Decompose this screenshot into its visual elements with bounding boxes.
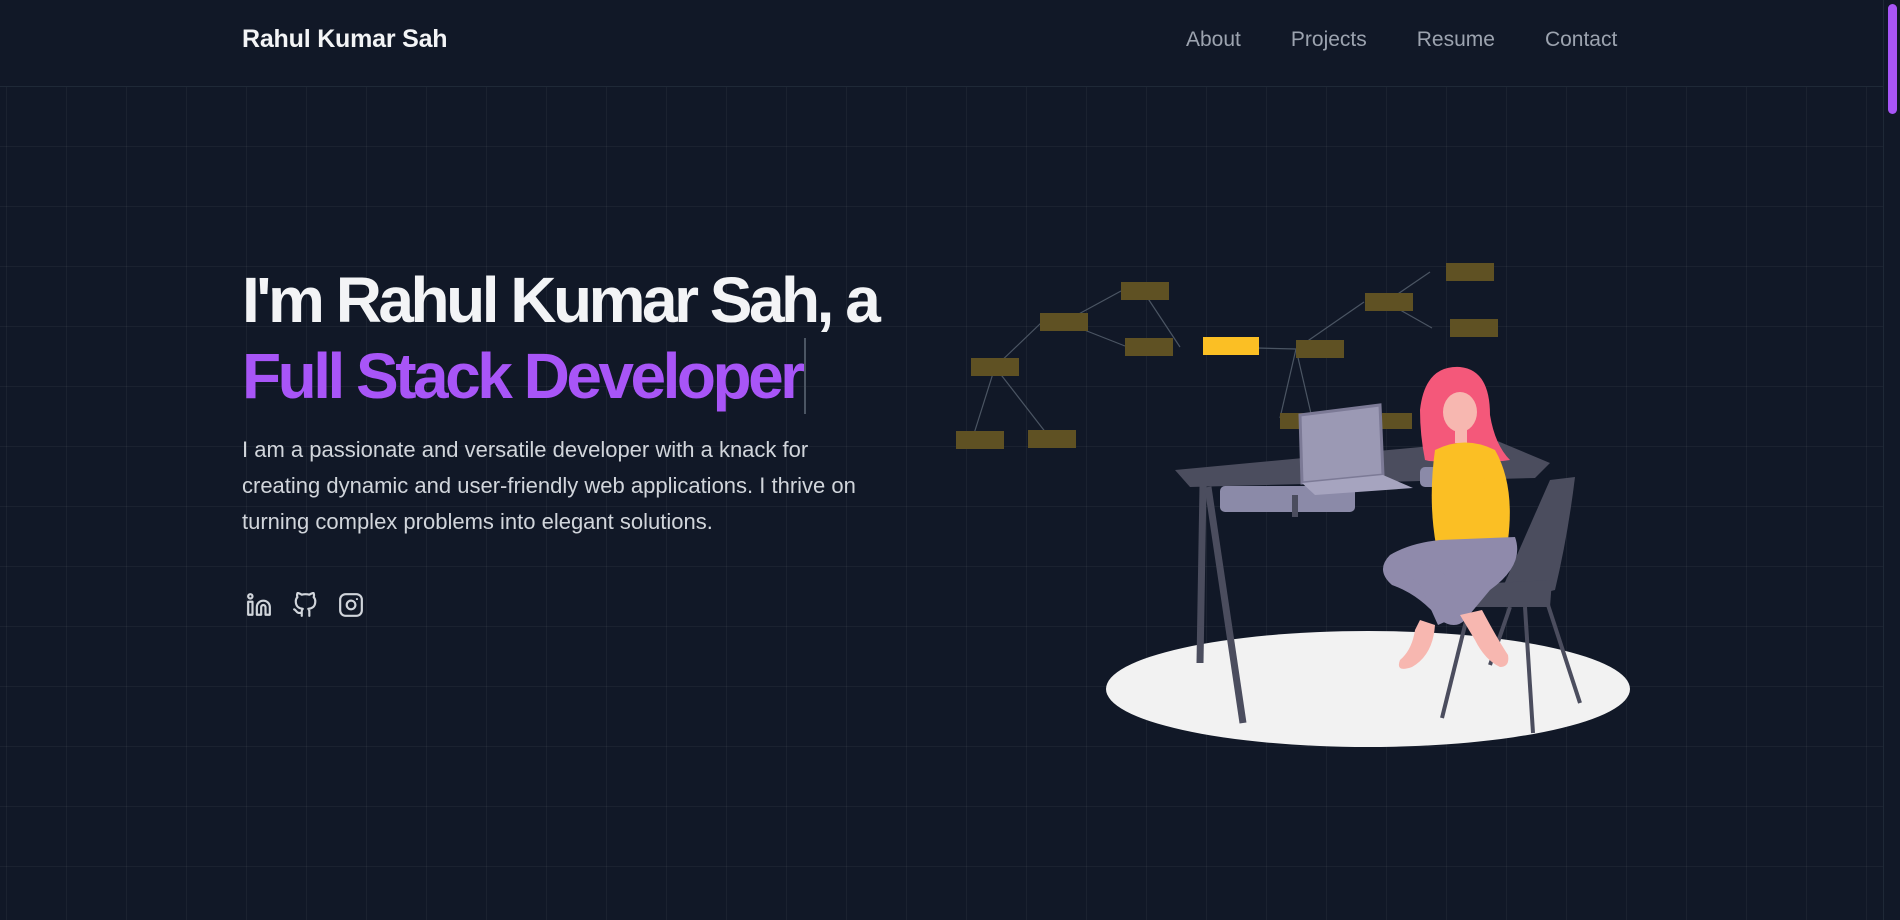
instagram-icon[interactable]: [338, 592, 364, 618]
brand-logo[interactable]: Rahul Kumar Sah: [242, 25, 448, 54]
headline-role: Full Stack Developer: [242, 340, 805, 412]
github-icon[interactable]: [292, 592, 318, 618]
nav-link-resume[interactable]: Resume: [1417, 28, 1495, 52]
person: [1382, 366, 1518, 669]
highlighted-node: [1203, 337, 1259, 355]
nav-link-projects[interactable]: Projects: [1291, 28, 1367, 52]
floor-shadow: [1106, 631, 1630, 747]
nav-link-contact[interactable]: Contact: [1545, 28, 1617, 52]
nav-links: About Projects Resume Contact: [1186, 28, 1617, 52]
top-navbar: Rahul Kumar Sah About Projects Resume Co…: [0, 0, 1884, 87]
scrollbar-thumb[interactable]: [1888, 4, 1897, 114]
hero-section: I'm Rahul Kumar Sah, a Full Stack Develo…: [242, 262, 962, 540]
typing-cursor: [803, 338, 806, 414]
linkedin-icon[interactable]: [246, 592, 272, 618]
scrollbar[interactable]: [1883, 0, 1900, 920]
hero-intro-text: I am a passionate and versatile develope…: [242, 437, 856, 534]
hero-illustration: [956, 263, 1630, 747]
hero-headline: I'm Rahul Kumar Sah, a Full Stack Develo…: [242, 262, 962, 414]
page: Rahul Kumar Sah About Projects Resume Co…: [0, 0, 1900, 920]
social-links: [246, 592, 364, 618]
headline-intro: I'm Rahul Kumar Sah, a: [242, 264, 881, 336]
nav-link-about[interactable]: About: [1186, 28, 1241, 52]
